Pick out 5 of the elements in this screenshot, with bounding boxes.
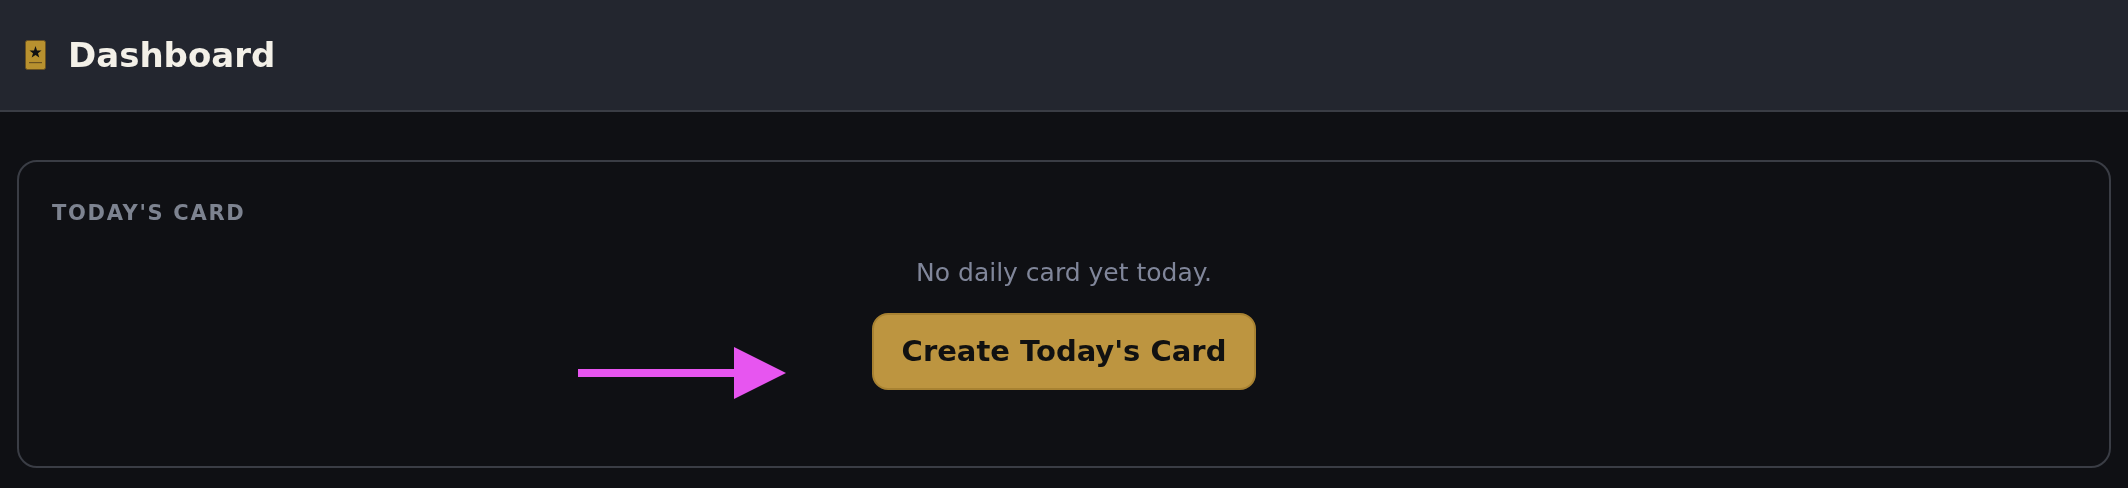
page-title: Dashboard [68, 33, 276, 77]
create-card-button[interactable]: Create Today's Card [871, 313, 1257, 390]
card-heading: TODAY'S CARD [52, 200, 247, 227]
star-card-icon [25, 40, 46, 70]
empty-message: No daily card yet today. [916, 256, 1212, 289]
